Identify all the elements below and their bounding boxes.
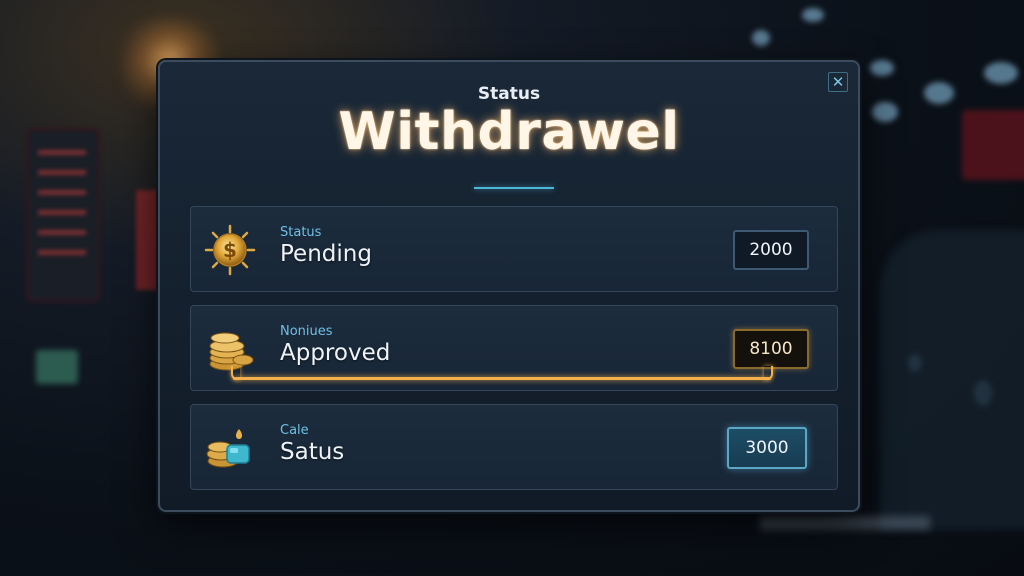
background-green-sign xyxy=(36,350,78,384)
bokeh-light xyxy=(872,102,898,122)
row-status-value: Satus xyxy=(280,439,345,465)
row-status-value: Pending xyxy=(280,241,372,267)
status-row-third[interactable]: Cale Satus 3000 xyxy=(190,404,838,490)
dialog-title: Withdrawel xyxy=(338,102,680,162)
status-row-pending[interactable]: $ Status Pending 2000 xyxy=(190,206,838,292)
background-slot-machine xyxy=(26,128,100,302)
bokeh-light xyxy=(984,62,1018,84)
approval-progress-bar xyxy=(231,366,773,380)
row-label: Noniues xyxy=(280,324,333,339)
coin-stack-icon xyxy=(203,322,257,376)
background-floor-light xyxy=(760,516,930,530)
bokeh-light xyxy=(752,30,770,46)
row-status-value: Approved xyxy=(280,340,391,366)
dialog-subtitle: Status xyxy=(477,84,541,104)
title-divider xyxy=(474,187,554,189)
status-row-approved[interactable]: Noniues Approved 8100 xyxy=(190,305,838,391)
withdrawal-status-dialog: ✕ Status Withdrawel $ Status Pending 200… xyxy=(158,60,860,512)
amount-display: 2000 xyxy=(733,230,809,270)
approval-progress-fill xyxy=(233,377,771,380)
row-label: Status xyxy=(280,225,322,240)
bokeh-light xyxy=(924,82,954,104)
progress-cap-left xyxy=(231,366,240,380)
progress-cap-right xyxy=(764,366,773,380)
bokeh-light xyxy=(870,60,894,76)
coins-with-gem-icon xyxy=(203,421,257,475)
row-label: Cale xyxy=(280,423,309,438)
amount-display: 8100 xyxy=(733,329,809,369)
gold-coin-dollar-icon: $ xyxy=(203,223,257,277)
amount-display[interactable]: 3000 xyxy=(727,427,807,469)
background-red-panel xyxy=(136,190,158,290)
background-red-sign xyxy=(962,110,1024,180)
svg-text:$: $ xyxy=(223,238,237,262)
background-machine xyxy=(880,230,1024,530)
bokeh-light xyxy=(802,8,824,22)
